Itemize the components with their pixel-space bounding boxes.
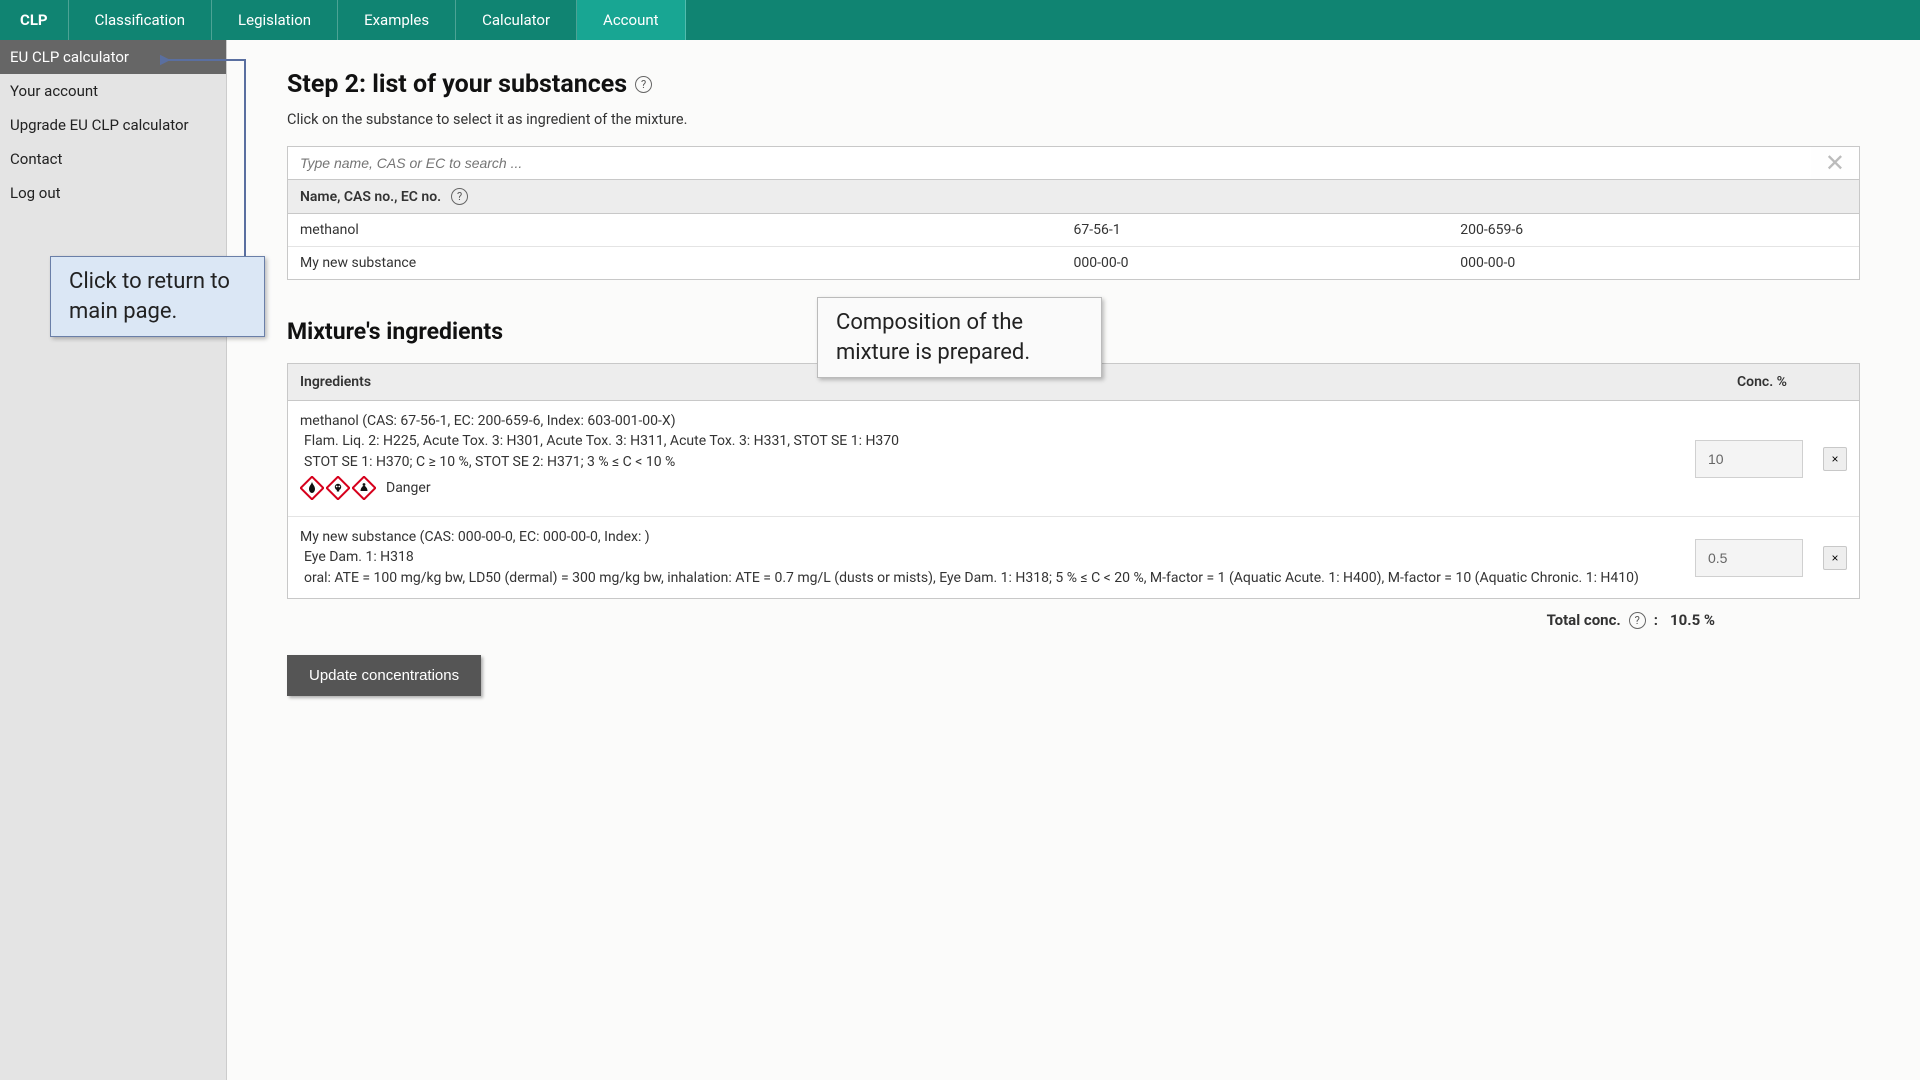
ingredient-line3: oral: ATE = 100 mg/kg bw, LD50 (dermal) … — [300, 568, 1677, 588]
substance-ec: 000-00-0 — [1460, 255, 1847, 271]
page-title-text: Step 2: list of your substances — [287, 70, 627, 99]
ingredient-signal: Danger — [386, 478, 431, 498]
sidebar-item-upgrade[interactable]: Upgrade EU CLP calculator — [0, 108, 226, 142]
hazard-pictograms: Danger — [300, 476, 431, 500]
ingredients-title: Mixture's ingredients — [287, 318, 1860, 345]
ingredient-desc: My new substance (CAS: 000-00-0, EC: 000… — [300, 527, 1677, 588]
substance-ec: 200-659-6 — [1460, 222, 1847, 238]
help-icon[interactable]: ? — [451, 188, 468, 205]
nav-legislation[interactable]: Legislation — [212, 0, 338, 40]
substance-name: My new substance — [300, 255, 1074, 271]
sidebar-item-calculator[interactable]: EU CLP calculator — [0, 40, 226, 74]
search-input[interactable] — [288, 147, 1811, 179]
ingredients-header-ing: Ingredients — [300, 374, 1677, 390]
sidebar: EU CLP calculator Your account Upgrade E… — [0, 40, 227, 1080]
total-value: 10.5 % — [1670, 611, 1730, 629]
ghs-skull-icon — [326, 476, 350, 500]
sidebar-item-contact[interactable]: Contact — [0, 142, 226, 176]
search-row: ✕ — [288, 147, 1859, 180]
ingredient-line3: STOT SE 1: H370; C ≥ 10 %, STOT SE 2: H3… — [300, 452, 1677, 472]
update-concentrations-button[interactable]: Update concentrations — [287, 655, 481, 696]
substance-cas: 67-56-1 — [1074, 222, 1461, 238]
ingredient-controls: × — [1677, 440, 1847, 478]
ghs-flame-icon — [300, 476, 324, 500]
ingredient-line1: methanol (CAS: 67-56-1, EC: 200-659-6, I… — [300, 411, 1677, 431]
page-title: Step 2: list of your substances ? — [287, 70, 1860, 99]
help-icon[interactable]: ? — [1629, 612, 1646, 629]
help-icon[interactable]: ? — [635, 76, 652, 93]
substance-cas: 000-00-0 — [1074, 255, 1461, 271]
remove-ingredient-button[interactable]: × — [1823, 447, 1847, 471]
total-concentration: Total conc. ? : 10.5 % — [287, 611, 1860, 629]
main-content: Step 2: list of your substances ? Click … — [227, 40, 1920, 1080]
ingredients-header: Ingredients Conc. % — [288, 364, 1859, 401]
ingredient-desc: methanol (CAS: 67-56-1, EC: 200-659-6, I… — [300, 411, 1677, 506]
concentration-input[interactable] — [1695, 440, 1803, 478]
total-label: Total conc. — [1547, 611, 1621, 629]
ingredient-line2: Flam. Liq. 2: H225, Acute Tox. 3: H301, … — [300, 431, 1677, 451]
sidebar-item-logout[interactable]: Log out — [0, 176, 226, 210]
ingredient-controls: × — [1677, 539, 1847, 577]
ingredient-row: My new substance (CAS: 000-00-0, EC: 000… — [288, 517, 1859, 598]
clear-search-icon[interactable]: ✕ — [1811, 151, 1859, 175]
remove-ingredient-button[interactable]: × — [1823, 546, 1847, 570]
substances-header: Name, CAS no., EC no. ? — [288, 180, 1859, 214]
top-nav: CLP Classification Legislation Examples … — [0, 0, 1920, 40]
ingredients-header-conc: Conc. % — [1677, 374, 1847, 390]
page-subtitle: Click on the substance to select it as i… — [287, 111, 1860, 128]
ghs-health-hazard-icon — [352, 476, 376, 500]
substances-header-label: Name, CAS no., EC no. — [300, 189, 441, 205]
nav-classification[interactable]: Classification — [69, 0, 212, 40]
ingredient-line2: Eye Dam. 1: H318 — [300, 547, 1677, 567]
ingredient-row: methanol (CAS: 67-56-1, EC: 200-659-6, I… — [288, 401, 1859, 517]
ingredients-panel: Ingredients Conc. % methanol (CAS: 67-56… — [287, 363, 1860, 599]
substance-row[interactable]: methanol 67-56-1 200-659-6 — [288, 214, 1859, 247]
substance-name: methanol — [300, 222, 1074, 238]
concentration-input[interactable] — [1695, 539, 1803, 577]
nav-account[interactable]: Account — [577, 0, 686, 40]
nav-brand[interactable]: CLP — [0, 0, 69, 40]
sidebar-item-your-account[interactable]: Your account — [0, 74, 226, 108]
ingredient-line1: My new substance (CAS: 000-00-0, EC: 000… — [300, 527, 1677, 547]
substance-row[interactable]: My new substance 000-00-0 000-00-0 — [288, 247, 1859, 279]
nav-calculator[interactable]: Calculator — [456, 0, 577, 40]
substances-panel: ✕ Name, CAS no., EC no. ? methanol 67-56… — [287, 146, 1860, 280]
nav-examples[interactable]: Examples — [338, 0, 456, 40]
